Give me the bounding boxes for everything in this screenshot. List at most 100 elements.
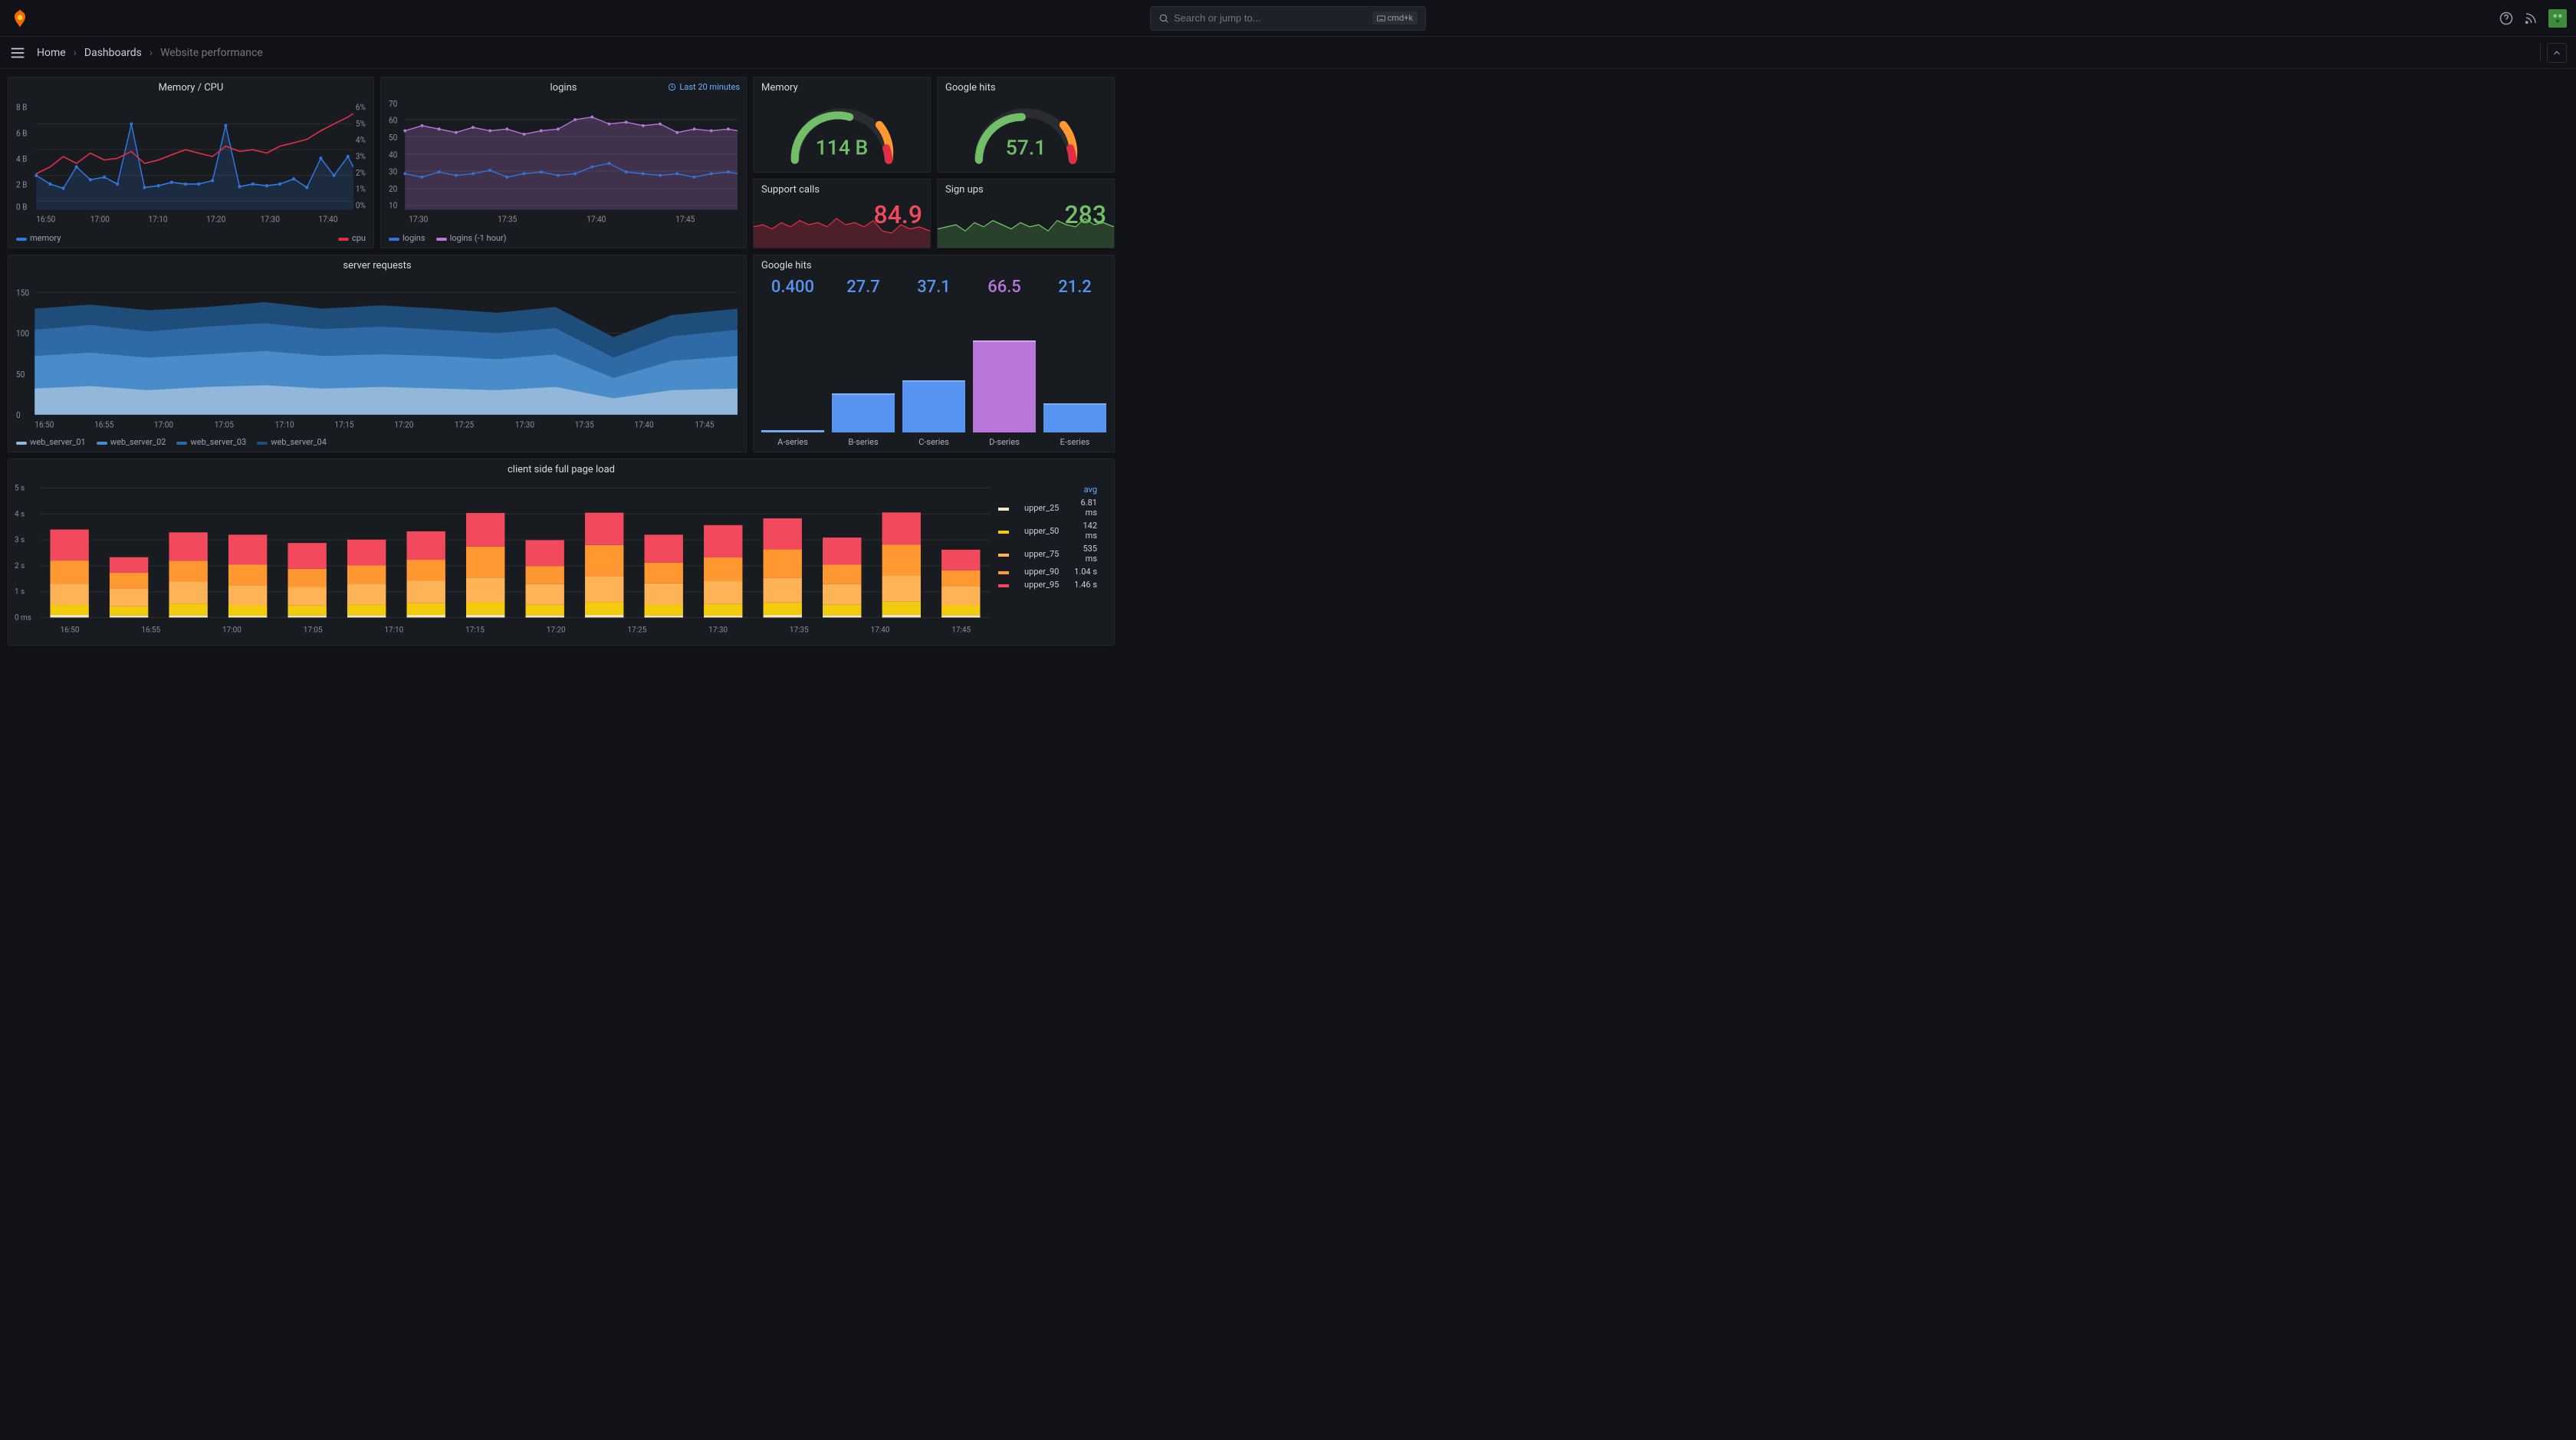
collapse-toggle-button[interactable] [2547, 43, 2567, 63]
svg-text:17:20: 17:20 [547, 624, 566, 634]
panel-title: Google hits [938, 77, 1114, 94]
bar-value: 37.1 [917, 278, 951, 297]
ytick: 8 B [16, 102, 28, 113]
panel-title: Google hits [754, 255, 1114, 271]
svg-text:17:15: 17:15 [465, 624, 485, 634]
svg-text:17:10: 17:10 [384, 624, 403, 634]
panel-memory-cpu[interactable]: Memory / CPU 8 B 6 B 4 B 2 B 0 B 6% 5% 4… [8, 77, 374, 248]
legend-item[interactable]: web_server_01 [16, 437, 86, 447]
legend-item[interactable]: web_server_03 [176, 437, 246, 447]
svg-text:17:05: 17:05 [304, 624, 323, 634]
breadcrumb: Home › Dashboards › Website performance [37, 47, 263, 59]
xtick: 17:00 [90, 214, 110, 225]
navbar: Home › Dashboards › Website performance [0, 37, 2576, 69]
panel-memory-gauge[interactable]: Memory 114 B [753, 77, 931, 173]
panel-legend: memory cpu [8, 230, 373, 248]
ytick: 6 B [16, 128, 28, 139]
legend-item[interactable]: logins [389, 233, 426, 243]
bar [973, 340, 1036, 432]
help-icon[interactable] [2499, 12, 2513, 25]
legend-row[interactable]: upper_75535 ms [992, 542, 1103, 565]
legend-header: avg [1065, 483, 1103, 496]
chart-area: 0.400 A-series 27.7 B-series 37.1 C-seri… [754, 271, 1114, 452]
ytick: 60 [389, 115, 397, 126]
gauge-value: 114 B [816, 136, 869, 160]
panel-title: Memory [754, 77, 930, 94]
search-input[interactable] [1174, 12, 1372, 24]
bar-label: B-series [848, 437, 878, 447]
legend-item[interactable]: cpu [338, 233, 366, 243]
panel-title: server requests [8, 255, 746, 273]
xtick: 17:35 [575, 419, 594, 429]
svg-text:1 s: 1 s [15, 586, 25, 596]
ytick: 20 [389, 184, 397, 195]
rss-icon[interactable] [2524, 12, 2538, 25]
panel-legend: web_server_01 web_server_02 web_server_0… [8, 434, 746, 452]
breadcrumb-sep: › [150, 47, 153, 59]
legend-row[interactable]: upper_901.04 s [992, 565, 1103, 578]
topbar: cmd+k [0, 0, 2576, 37]
ytick: 2 B [16, 179, 28, 190]
panel-title: Memory / CPU [8, 77, 373, 95]
xtick: 17:30 [261, 214, 280, 225]
search-icon [1158, 13, 1169, 24]
xtick: 17:40 [635, 419, 654, 429]
legend-row[interactable]: upper_951.46 s [992, 578, 1103, 591]
legend-row[interactable]: upper_50142 ms [992, 519, 1103, 542]
panel-google-hits-gauge[interactable]: Google hits 57.1 [937, 77, 1115, 173]
menu-toggle-icon[interactable] [9, 44, 26, 61]
bar-column[interactable]: 0.400 A-series [761, 278, 824, 447]
xtick: 16:50 [36, 214, 55, 225]
ytick: 50 [389, 132, 397, 143]
chart-area: 0 ms1 s2 s3 s4 s5 s16:5016:5517:0017:051… [8, 477, 1114, 645]
xtick: 17:45 [675, 214, 695, 225]
panel-page-load[interactable]: client side full page load 0 ms1 s2 s3 s… [8, 459, 1115, 646]
legend-item[interactable]: logins (-1 hour) [436, 233, 507, 243]
ytick: 0 B [16, 202, 28, 212]
global-search[interactable]: cmd+k [1150, 6, 1426, 31]
ytick: 30 [389, 166, 397, 177]
xtick: 17:30 [515, 419, 534, 429]
avatar[interactable] [2548, 9, 2567, 28]
panel-sign-ups[interactable]: Sign ups 283 [937, 179, 1115, 248]
bar-label: E-series [1060, 437, 1090, 447]
panel-logins[interactable]: logins Last 20 minutes 70 60 50 40 [380, 77, 747, 248]
xtick: 17:40 [586, 214, 606, 225]
svg-text:17:35: 17:35 [790, 624, 809, 634]
xtick: 17:35 [498, 214, 517, 225]
chevron-up-icon [2551, 48, 2562, 58]
legend-item[interactable]: memory [16, 233, 61, 243]
panel-support-calls[interactable]: Support calls 84.9 [753, 179, 931, 248]
svg-text:2 s: 2 s [15, 561, 25, 570]
grafana-logo-icon[interactable] [9, 8, 31, 29]
panel-google-hits-bars[interactable]: Google hits 0.400 A-series 27.7 B-series… [753, 255, 1115, 452]
breadcrumb-dashboards[interactable]: Dashboards [84, 47, 142, 59]
svg-text:16:55: 16:55 [141, 624, 160, 634]
svg-text:16:50: 16:50 [61, 624, 80, 634]
bar-label: A-series [777, 437, 808, 447]
legend-item[interactable]: web_server_02 [97, 437, 166, 447]
svg-text:3 s: 3 s [15, 534, 25, 544]
bar-column[interactable]: 21.2 E-series [1043, 278, 1106, 447]
bar [832, 393, 895, 432]
dashboard-grid: Memory / CPU 8 B 6 B 4 B 2 B 0 B 6% 5% 4… [0, 69, 2576, 653]
legend-row[interactable]: upper_256.81 ms [992, 496, 1103, 519]
bar-column[interactable]: 37.1 C-series [902, 278, 965, 447]
keyboard-icon [1377, 15, 1385, 21]
chart-area: 8 B 6 B 4 B 2 B 0 B 6% 5% 4% 3% 2% 1% 0% [8, 95, 373, 230]
breadcrumb-home[interactable]: Home [37, 47, 66, 59]
xtick: 17:45 [695, 419, 714, 429]
xtick: 17:30 [409, 214, 428, 225]
bar-value: 27.7 [846, 278, 880, 297]
gauge-value: 57.1 [1006, 136, 1046, 160]
bar-column[interactable]: 66.5 D-series [973, 278, 1036, 447]
bar-column[interactable]: 27.7 B-series [832, 278, 895, 447]
time-range-label[interactable]: Last 20 minutes [668, 82, 740, 92]
chart-area: 70 60 50 40 30 20 10 17:30 17:35 17:40 1… [381, 95, 746, 230]
ytick: 0% [356, 200, 366, 211]
legend-item[interactable]: web_server_04 [257, 437, 327, 447]
panel-server-requests[interactable]: server requests 150 100 50 0 16:50 16:55… [8, 255, 747, 452]
bar-value: 66.5 [987, 278, 1021, 297]
xtick: 17:10 [275, 419, 294, 429]
ytick: 70 [389, 99, 397, 110]
